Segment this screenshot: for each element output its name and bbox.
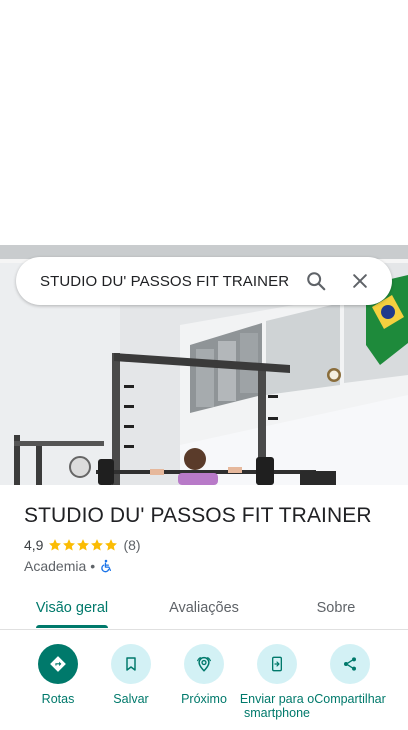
star-icon (63, 539, 76, 551)
place-page: STUDIO DU' PASSOS FIT TRAINER STUDIO DU'… (0, 0, 408, 730)
star-icon (91, 539, 104, 551)
close-icon (353, 274, 367, 288)
search-input[interactable]: STUDIO DU' PASSOS FIT TRAINER (40, 273, 298, 290)
nearby-icon (197, 656, 211, 672)
directions-label: Rotas (41, 692, 75, 706)
rating-row[interactable]: 4,9 (8) (24, 537, 141, 553)
share-icon (344, 657, 356, 671)
share-icon-circle (330, 644, 370, 684)
action-buttons: Rotas Salvar Próximo Enviar para o smart… (0, 644, 408, 730)
directions-button[interactable]: Rotas (20, 644, 96, 706)
directions-icon-circle (38, 644, 78, 684)
rating-value: 4,9 (24, 537, 44, 553)
send-to-phone-button[interactable]: Enviar para o smartphone (239, 644, 315, 720)
star-icon (105, 539, 118, 551)
wheelchair-icon (101, 559, 112, 573)
nearby-label: Próximo (181, 692, 227, 706)
tab-about[interactable]: Sobre (290, 586, 382, 630)
separator-dot: • (90, 558, 96, 574)
share-button[interactable]: Compartilhar (312, 644, 388, 706)
save-button[interactable]: Salvar (93, 644, 169, 706)
star-rating (48, 538, 118, 552)
search-icon (307, 272, 326, 291)
review-count: (8) (123, 537, 141, 553)
star-icon (49, 539, 62, 551)
tab-selected-indicator (36, 625, 108, 628)
share-label: Compartilhar (314, 692, 386, 706)
send-to-phone-icon-circle (257, 644, 297, 684)
bookmark-icon (126, 657, 136, 671)
search-button[interactable] (298, 263, 334, 299)
search-bar[interactable]: STUDIO DU' PASSOS FIT TRAINER (16, 257, 392, 305)
category-row: Academia • (24, 558, 113, 574)
clear-search-button[interactable] (342, 263, 378, 299)
nearby-button[interactable]: Próximo (166, 644, 242, 706)
send-to-phone-icon (272, 656, 282, 672)
send-to-phone-label: Enviar para o smartphone (239, 692, 315, 720)
place-tabs: Visão geral Avaliações Sobre (0, 586, 408, 630)
nearby-icon-circle (184, 644, 224, 684)
place-title: STUDIO DU' PASSOS FIT TRAINER (24, 504, 372, 527)
tab-reviews[interactable]: Avaliações (152, 586, 256, 630)
save-label: Salvar (113, 692, 149, 706)
star-icon (77, 539, 90, 551)
save-icon-circle (111, 644, 151, 684)
tab-overview[interactable]: Visão geral (20, 586, 124, 630)
place-category: Academia (24, 558, 87, 574)
directions-icon (50, 656, 66, 672)
